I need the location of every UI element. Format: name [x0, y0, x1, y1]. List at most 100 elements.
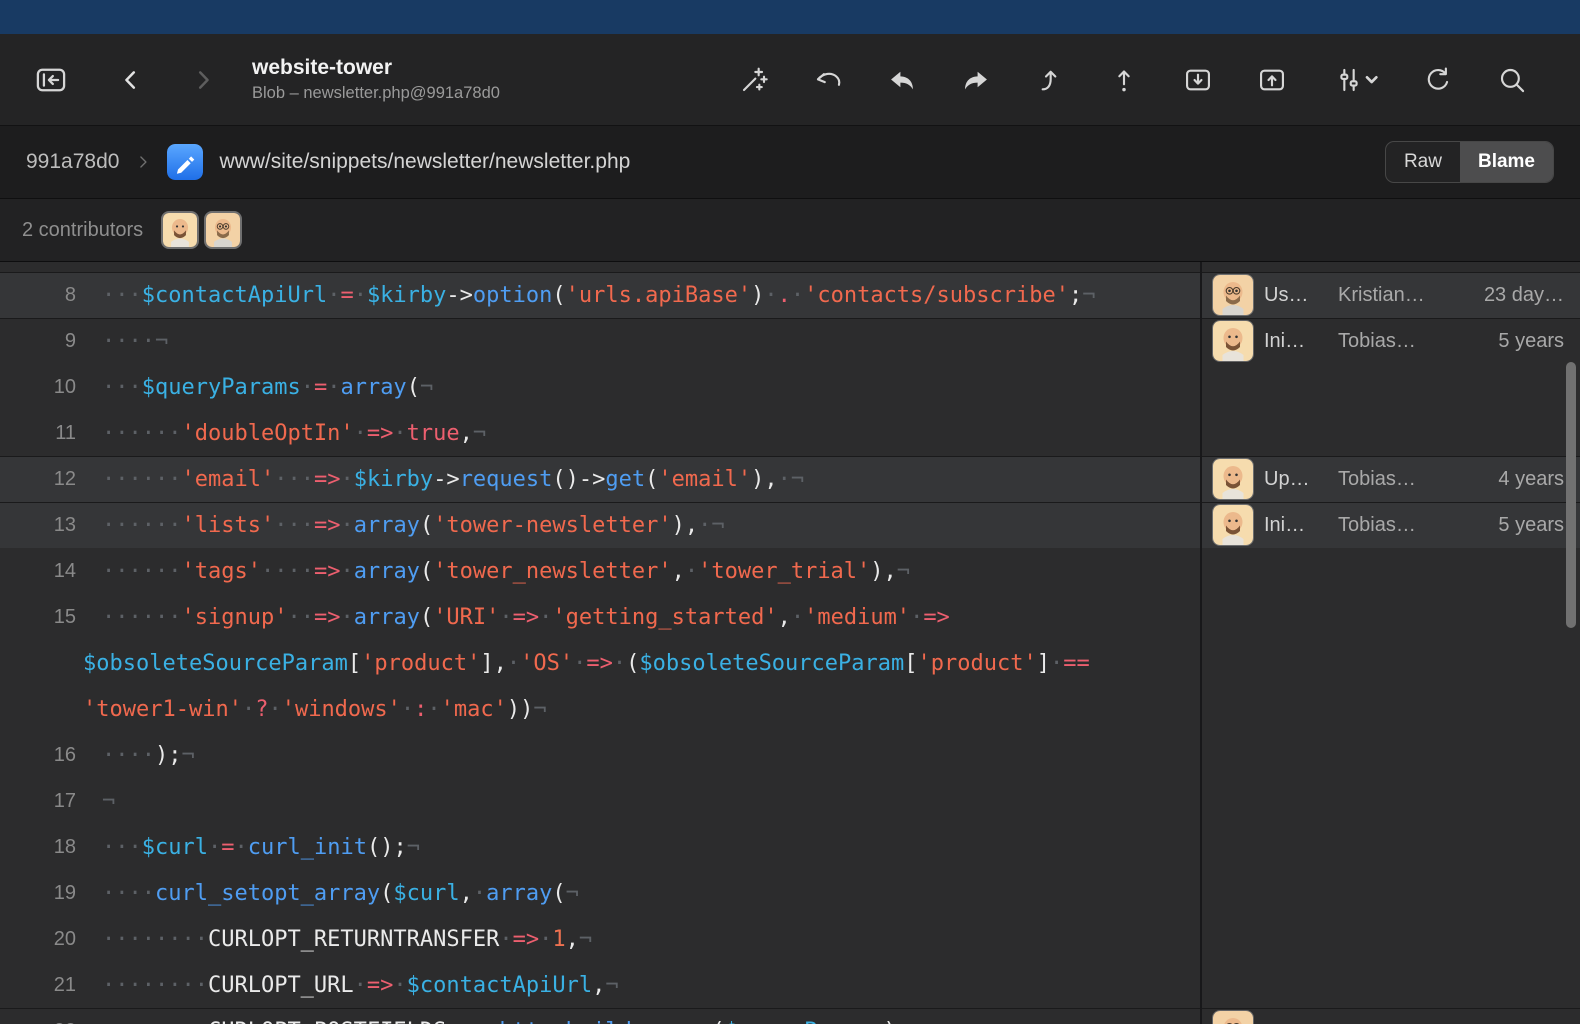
- contributor-avatars: [161, 211, 242, 249]
- commit-date: 23 day…: [1476, 284, 1564, 307]
- code-line-10[interactable]: 10 ···$queryParams·=·array(¬: [0, 364, 1200, 410]
- contributor-avatar[interactable]: [161, 211, 199, 249]
- blame-entry[interactable]: Us… Kristian… 23 day…: [1202, 272, 1580, 318]
- code-text: ···$queryParams·=·array(¬: [102, 375, 433, 400]
- history-forward-icon[interactable]: [190, 67, 216, 93]
- code-text: ······'signup'··=>·array('URI'·=>·'getti…: [102, 605, 950, 630]
- line-number: 15: [20, 606, 76, 629]
- line-number: 19: [20, 882, 76, 905]
- line-number: 12: [20, 468, 76, 491]
- git-config-dropdown-icon[interactable]: [1330, 64, 1380, 96]
- code-line-11[interactable]: 11 ······'doubleOptIn'·=>·true,¬: [0, 410, 1200, 456]
- tower-window: website-tower Blob – newsletter.php@991a…: [0, 0, 1580, 1024]
- line-number: 9: [20, 330, 76, 353]
- code-line-14[interactable]: 14······'tags'····=>·array('tower_newsle…: [0, 548, 1200, 594]
- blame-entry[interactable]: Ini… Tobias… 5 years: [1202, 502, 1580, 548]
- file-breadcrumb-bar: 991a78d0 www/site/snippets/newsletter/ne…: [0, 126, 1580, 199]
- search-icon[interactable]: [1496, 64, 1528, 96]
- breadcrumb-chevron-icon: [133, 152, 153, 172]
- code-line-18[interactable]: 18 ···$curl·=·curl_init();¬: [0, 824, 1200, 870]
- line-number: 10: [20, 376, 76, 399]
- code-text: ····);¬: [102, 743, 195, 768]
- line-number: 11: [20, 422, 76, 445]
- line-number: 16: [20, 744, 76, 767]
- line-number: 13: [20, 514, 76, 537]
- code-text: ········CURLOPT_RETURNTRANSFER·=>·1,¬: [102, 927, 592, 952]
- magic-wand-icon[interactable]: [738, 64, 770, 96]
- commit-message: Ini…: [1264, 330, 1328, 353]
- commit-author-avatar: [1212, 458, 1254, 500]
- commit-author-avatar: [1212, 1010, 1254, 1024]
- commit-message: Us…: [1264, 284, 1328, 307]
- toolbar-nav-group: [0, 63, 216, 97]
- push-icon[interactable]: [1108, 64, 1140, 96]
- code-text: ······'lists'···=>·array('tower-newslett…: [102, 513, 725, 538]
- commit-date: 5 years: [1476, 514, 1564, 537]
- blame-entry[interactable]: [1202, 1008, 1580, 1024]
- commit-date: 5 years: [1476, 330, 1564, 353]
- code-text: $obsoleteSourceParam['product'],·'OS'·=>…: [83, 651, 1090, 676]
- code-line-22[interactable]: 22 ········CURLOPT_POSTFIELDS·=>·http_bui…: [0, 1008, 1200, 1024]
- toolbar: website-tower Blob – newsletter.php@991a…: [0, 34, 1580, 126]
- code-line-20[interactable]: 20 ········CURLOPT_RETURNTRANSFER·=>·1,¬: [0, 916, 1200, 962]
- file-path: www/site/snippets/newsletter/newsletter.…: [219, 150, 630, 174]
- merge-right-icon[interactable]: [960, 64, 992, 96]
- code-text: ····curl_setopt_array($curl,·array(¬: [102, 881, 579, 906]
- line-number: 8: [20, 284, 76, 307]
- view-mode-switch: Raw Blame: [1385, 141, 1554, 183]
- undo-icon[interactable]: [812, 64, 844, 96]
- commit-author-avatar: [1212, 504, 1254, 546]
- commit-author-avatar: [1212, 274, 1254, 316]
- stash-save-icon[interactable]: [1182, 64, 1214, 96]
- code-text: ······'doubleOptIn'·=>·true,¬: [102, 421, 486, 446]
- code-text: ······'email'···=>·$kirby->request()->ge…: [102, 467, 804, 492]
- code-text: ······'tags'····=>·array('tower_newslett…: [102, 559, 910, 584]
- code-text: ········CURLOPT_URL·=>·$contactApiUrl,¬: [102, 973, 619, 998]
- window-title-block: website-tower Blob – newsletter.php@991a…: [252, 56, 500, 103]
- vertical-scrollbar-thumb[interactable]: [1566, 362, 1576, 628]
- history-back-icon[interactable]: [118, 67, 144, 93]
- contributor-avatar[interactable]: [204, 211, 242, 249]
- blame-button[interactable]: Blame: [1460, 142, 1553, 182]
- code-line-17[interactable]: 17 ¬: [0, 778, 1200, 824]
- code-line-19[interactable]: 19 ····curl_setopt_array($curl,·array(¬: [0, 870, 1200, 916]
- pull-icon[interactable]: [1034, 64, 1066, 96]
- code-text: ···$curl·=·curl_init();¬: [102, 835, 420, 860]
- code-text: ···$contactApiUrl·=·$kirby->option('urls…: [102, 283, 1096, 308]
- commit-date: 4 years: [1476, 468, 1564, 491]
- code-line-wrap[interactable]: $obsoleteSourceParam['product'],·'OS'·=>…: [0, 640, 1200, 686]
- code-text: ····¬: [102, 329, 168, 354]
- repository-title: website-tower: [252, 56, 500, 80]
- view-subtitle: Blob – newsletter.php@991a78d0: [252, 84, 500, 103]
- refresh-icon[interactable]: [1422, 64, 1454, 96]
- code-text: 'tower1-win'·?·'windows'·:·'mac'))¬: [83, 697, 547, 722]
- window-titlebar: [0, 0, 1580, 34]
- code-text: ········CURLOPT_POSTFIELDS·=>·http_build…: [102, 1019, 923, 1024]
- code-text: ¬: [102, 789, 115, 814]
- line-number: 20: [20, 928, 76, 951]
- stash-apply-icon[interactable]: [1256, 64, 1288, 96]
- commit-message: Ini…: [1264, 514, 1328, 537]
- merge-left-icon[interactable]: [886, 64, 918, 96]
- code-line-21[interactable]: 21········CURLOPT_URL·=>·$contactApiUrl,…: [0, 962, 1200, 1008]
- php-file-icon: [167, 144, 203, 180]
- toggle-sidebar-icon[interactable]: [30, 63, 72, 97]
- blame-entry[interactable]: Ini…Tobias…5 years: [1202, 318, 1580, 364]
- blame-entry[interactable]: Up…Tobias…4 years: [1202, 456, 1580, 502]
- code-line-12[interactable]: 12 ······'email'···=>·$kirby->request()->…: [0, 456, 1200, 502]
- code-line-16[interactable]: 16 ····);¬: [0, 732, 1200, 778]
- code-line-wrap[interactable]: 'tower1-win'·?·'windows'·:·'mac'))¬: [0, 686, 1200, 732]
- line-number: 18: [20, 836, 76, 859]
- blame-code-view: 8 ···$contactApiUrl·=·$kirby->option('url…: [0, 262, 1580, 1024]
- commit-author: Kristian…: [1338, 284, 1466, 307]
- commit-hash[interactable]: 991a78d0: [26, 150, 119, 174]
- code-line-13[interactable]: 13 ······'lists'···=>·array('tower-newsle…: [0, 502, 1200, 548]
- line-number: 22: [20, 1020, 76, 1024]
- raw-button[interactable]: Raw: [1386, 142, 1460, 182]
- code-line-9[interactable]: 9 ····¬: [0, 318, 1200, 364]
- contributors-label: 2 contributors: [22, 219, 143, 242]
- line-number: 17: [20, 790, 76, 813]
- commit-author: Tobias…: [1338, 514, 1466, 537]
- code-line-15[interactable]: 15 ······'signup'··=>·array('URI'·=>·'get…: [0, 594, 1200, 640]
- code-line-8[interactable]: 8 ···$contactApiUrl·=·$kirby->option('url…: [0, 272, 1200, 318]
